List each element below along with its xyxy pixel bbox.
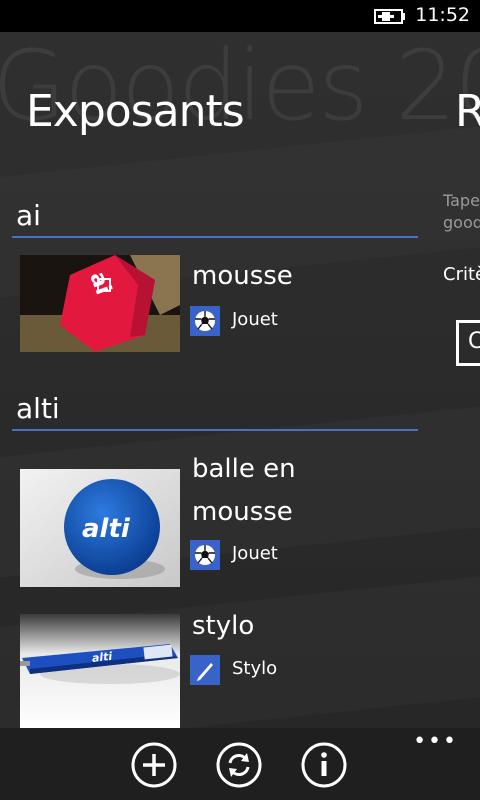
group-header-alti[interactable]: alti (12, 389, 418, 431)
list-item[interactable]: alti balle en mousse Jouet (20, 448, 440, 588)
section-title: Exposants (26, 86, 245, 137)
hint-line: good (443, 213, 480, 232)
app-bar: ••• (0, 728, 480, 800)
list-item[interactable]: alti stylo Stylo (20, 605, 440, 728)
battery-charging-icon (374, 9, 405, 24)
list-item[interactable]: ai mousse Jouet (20, 255, 440, 352)
category-label: Jouet (232, 309, 278, 330)
category-label: Stylo (232, 658, 278, 679)
clock: 11:52 (415, 4, 470, 26)
item-title-line: stylo (192, 611, 255, 641)
hint-line: Tape (443, 191, 480, 210)
next-section-title-peek[interactable]: R (455, 86, 480, 137)
item-title-line: balle en (192, 454, 296, 484)
item-title-line: mousse (192, 261, 293, 291)
more-options-button[interactable]: ••• (413, 731, 458, 753)
group-header-label: ai (16, 199, 41, 232)
svg-text:alti: alti (91, 650, 113, 665)
group-header-ai[interactable]: ai (12, 196, 418, 238)
item-thumbnail: alti (20, 614, 180, 728)
blue-pen-image: alti (20, 614, 180, 728)
search-hint-text: Tape good (443, 190, 480, 234)
criteria-select-value: C (468, 329, 480, 354)
pen-icon (190, 655, 220, 685)
item-title-line: mousse (192, 497, 293, 527)
item-thumbnail: alti (20, 469, 180, 587)
refresh-icon[interactable] (216, 742, 262, 788)
item-title: balle en mousse (192, 448, 432, 534)
svg-text:alti: alti (82, 514, 131, 544)
item-title: mousse (192, 255, 432, 298)
info-icon[interactable] (301, 742, 347, 788)
category-label: Jouet (232, 543, 278, 564)
red-foam-cube-image: ai (20, 255, 180, 352)
status-bar: 11:52 (0, 0, 480, 32)
soccer-ball-icon (190, 540, 220, 570)
blue-foam-ball-image: alti (20, 469, 180, 587)
criteria-label: Critè (443, 264, 480, 285)
criteria-select[interactable]: C (456, 320, 480, 366)
add-icon[interactable] (131, 742, 177, 788)
item-thumbnail: ai (20, 255, 180, 352)
group-header-label: alti (16, 392, 60, 425)
screen: 11:52 Goodies 2014 Exposants R ai ai mou… (0, 0, 480, 800)
soccer-ball-icon (190, 306, 220, 336)
item-title: stylo (192, 605, 432, 648)
